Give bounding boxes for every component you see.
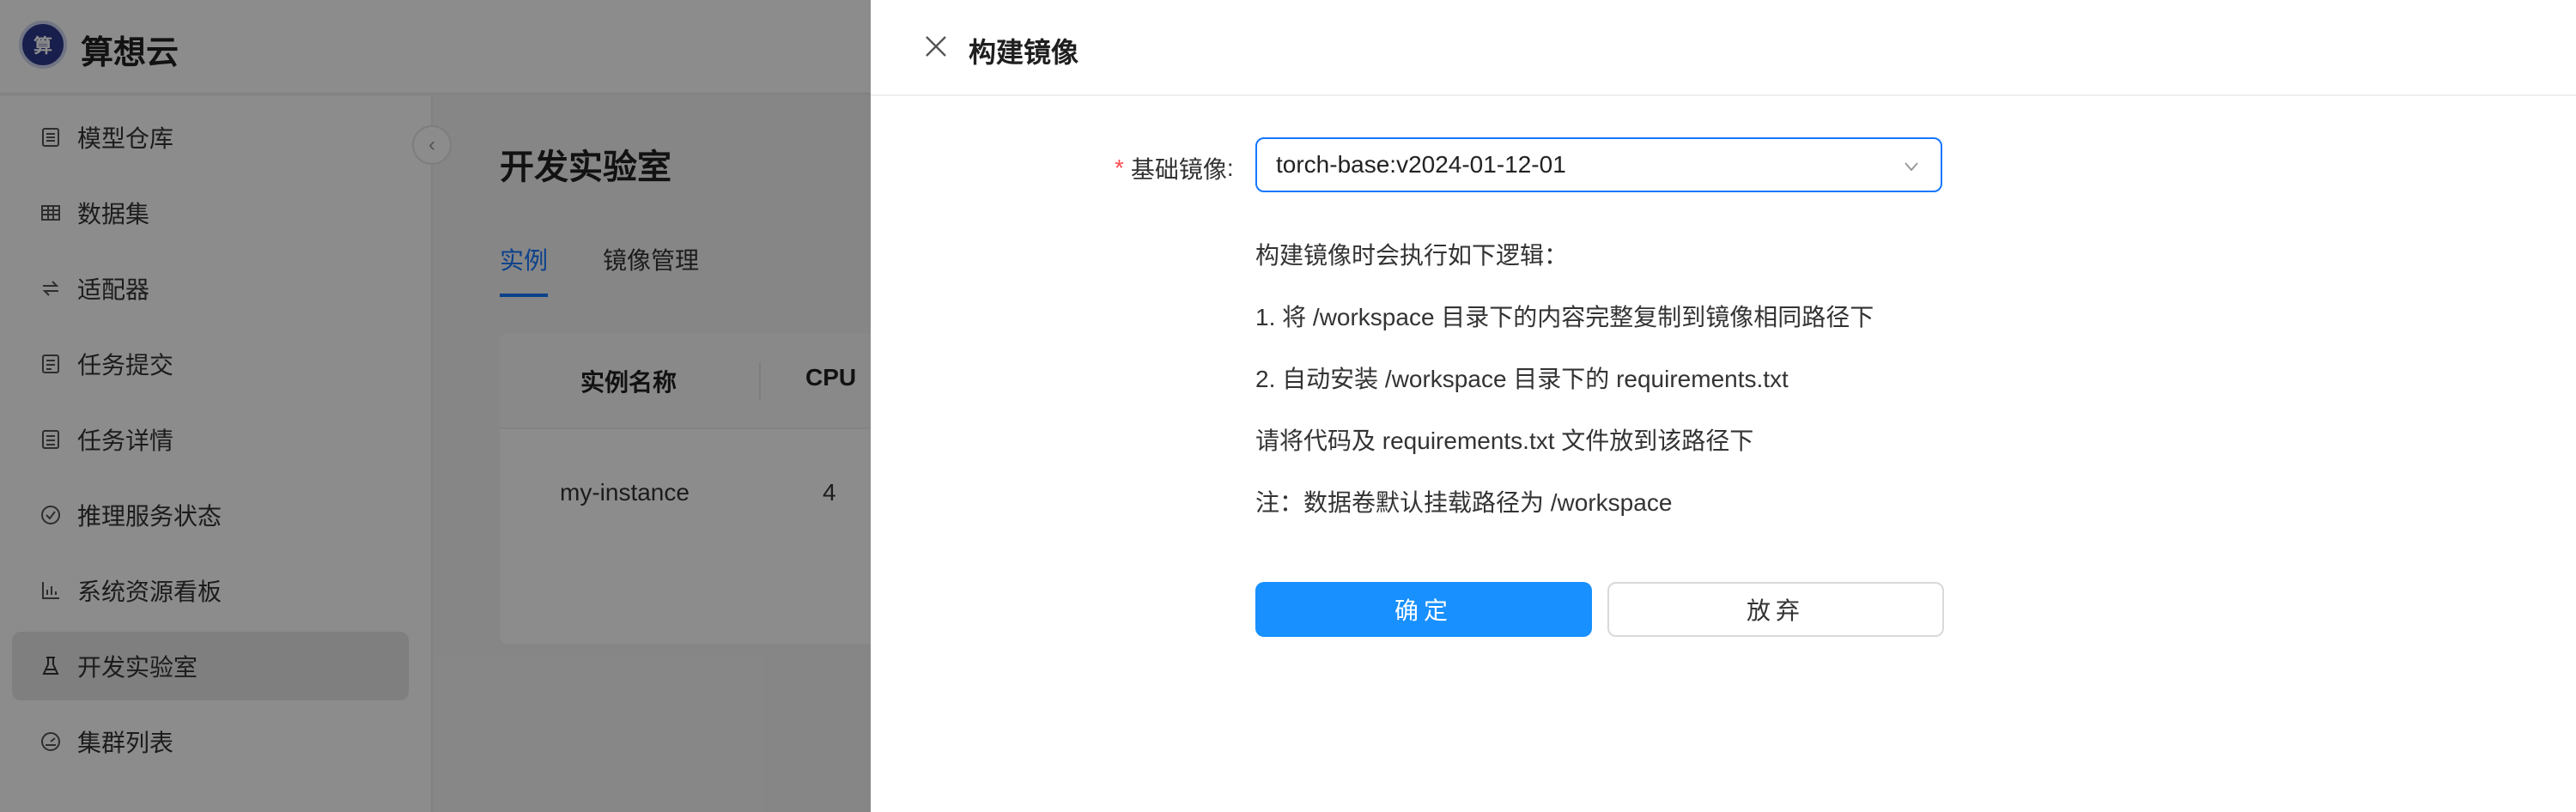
close-icon <box>926 36 946 57</box>
chevron-down-icon <box>1905 162 1918 172</box>
confirm-button[interactable]: 确定 <box>1255 582 1592 637</box>
base-image-select[interactable]: torch-base:v2024-01-12-01 <box>1255 137 1942 192</box>
description-line: 2. 自动安装 /workspace 目录下的 requirements.txt <box>1255 366 1789 392</box>
required-mark: * <box>1115 155 1124 181</box>
label-colon: : <box>1226 155 1234 181</box>
cancel-button[interactable]: 放弃 <box>1607 582 1944 637</box>
base-image-label: * 基础镜像 : <box>1115 151 1234 185</box>
base-image-select-value: torch-base:v2024-01-12-01 <box>1276 151 1566 178</box>
description-line: 请将代码及 requirements.txt 文件放到该路径下 <box>1255 427 1754 454</box>
base-image-label-text: 基础镜像 <box>1130 156 1227 183</box>
description-line: 1. 将 /workspace 目录下的内容完整复制到镜像相同路径下 <box>1255 304 1874 330</box>
drawer-header: 构建镜像 <box>871 0 2576 96</box>
description-line: 注：数据卷默认挂载路径为 /workspace <box>1255 489 1673 516</box>
drawer-title: 构建镜像 <box>969 37 1079 68</box>
close-button[interactable] <box>919 29 953 64</box>
build-image-drawer: 构建镜像 * 基础镜像 : torch-base:v2024-01-12-01 … <box>871 0 2576 812</box>
description-line: 构建镜像时会执行如下逻辑： <box>1255 242 1569 269</box>
